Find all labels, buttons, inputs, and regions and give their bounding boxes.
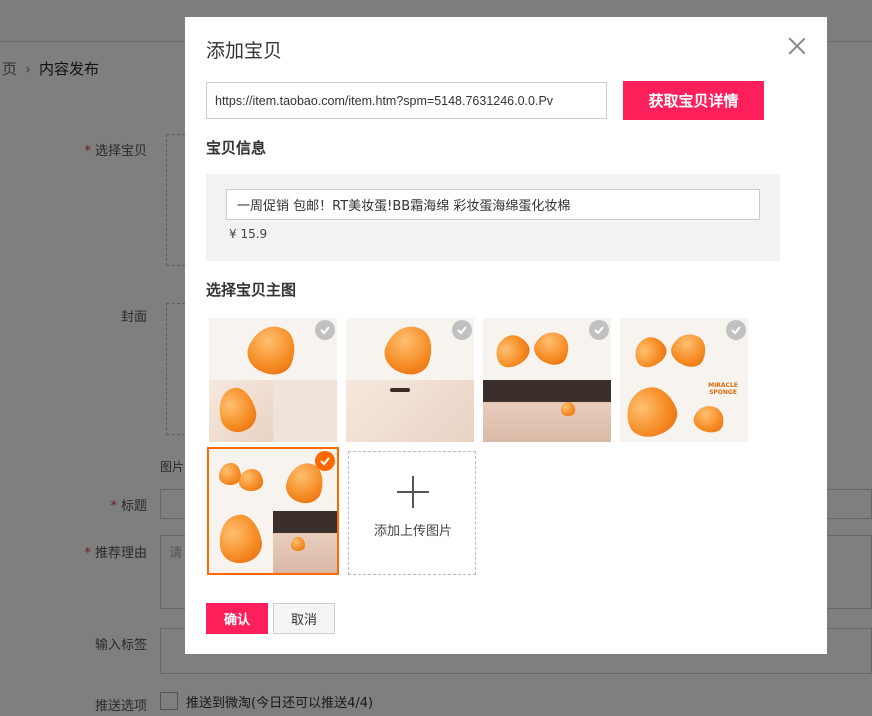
upload-image-label: 添加上传图片 [373,524,452,539]
thumb-image [483,380,547,442]
plus-icon [397,476,429,508]
thumb-image [209,511,273,573]
check-icon[interactable] [315,320,335,340]
item-info-panel: ¥ 15.9 [206,174,780,261]
miracle-sponge-badge: MIRACLE SPONGE [708,382,738,396]
check-icon[interactable] [726,320,746,340]
thumbnail-5[interactable] [207,447,339,575]
thumbnail-2[interactable] [346,318,474,442]
main-image-title: 选择宝贝主图 [206,281,297,299]
thumb-image [209,380,273,442]
check-icon[interactable] [452,320,472,340]
add-item-modal: 添加宝贝 获取宝贝详情 宝贝信息 ¥ 15.9 选择宝贝主图 [185,17,827,654]
close-icon[interactable] [786,35,808,57]
thumb-image [209,449,273,511]
fetch-item-details-button[interactable]: 获取宝贝详情 [623,81,764,120]
modal-title: 添加宝贝 [206,40,283,62]
item-price: ¥ 15.9 [229,227,268,241]
confirm-button[interactable]: 确认 [206,603,268,634]
check-icon[interactable] [315,451,335,471]
upload-image-tile[interactable]: 添加上传图片 [348,451,476,575]
thumb-image [273,511,337,573]
thumbnail-4[interactable]: MIRACLE SPONGE [620,318,748,442]
check-icon[interactable] [589,320,609,340]
thumb-image [273,380,337,442]
thumb-image [346,380,474,442]
thumb-image [547,380,611,442]
item-info-title: 宝贝信息 [206,139,267,157]
item-title-input[interactable] [226,189,760,220]
item-url-input[interactable] [206,82,607,119]
cancel-button[interactable]: 取消 [273,603,335,634]
thumbnail-1[interactable] [209,318,337,442]
thumb-image: MIRACLE SPONGE [620,380,748,442]
thumbnail-3[interactable] [483,318,611,442]
